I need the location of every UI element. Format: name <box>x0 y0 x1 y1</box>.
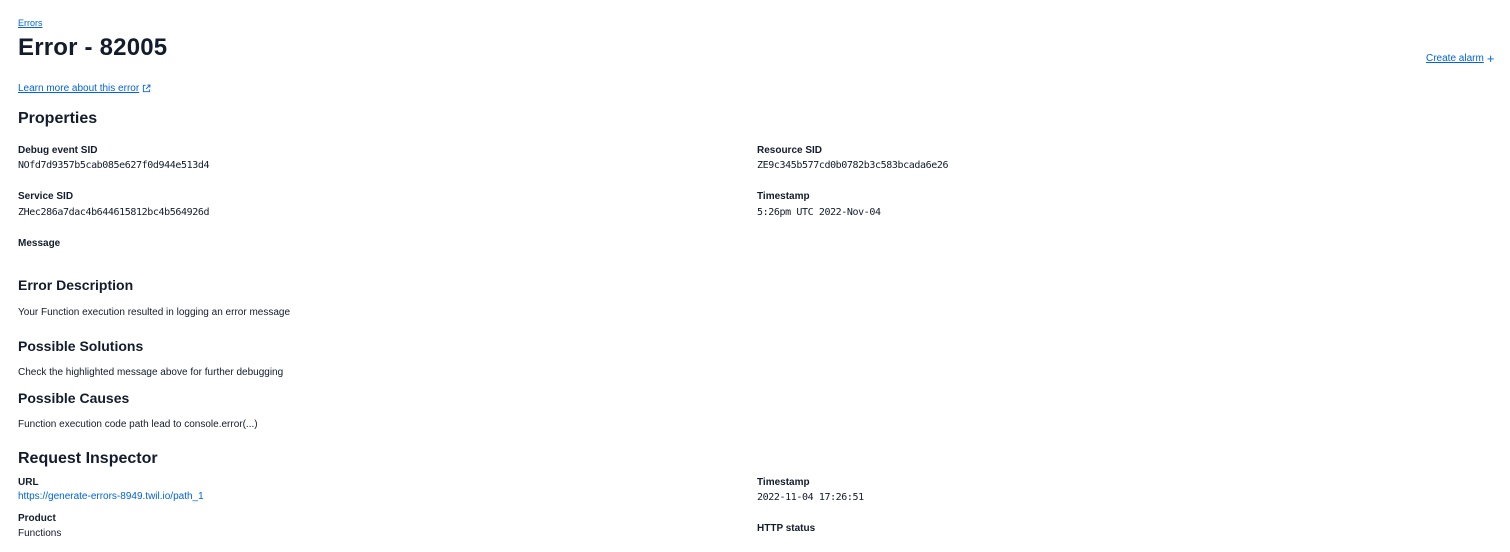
timestamp-label: Timestamp <box>757 191 810 202</box>
debug-event-sid-value: NOfd7d9357b5cab085e627f0d944e513d4 <box>18 160 210 171</box>
create-alarm-label: Create alarm <box>1426 53 1484 64</box>
properties-heading: Properties <box>18 110 98 127</box>
error-description-text: Your Function execution resulted in logg… <box>18 307 291 318</box>
breadcrumb-errors-link[interactable]: Errors <box>18 18 43 28</box>
possible-solutions-text: Check the highlighted message above for … <box>18 367 284 378</box>
possible-solutions-heading: Possible Solutions <box>18 338 144 354</box>
message-label: Message <box>18 238 61 249</box>
request-url-link[interactable]: https://generate-errors-8949.twil.io/pat… <box>18 491 204 502</box>
request-timestamp-value: 2022-11-04 17:26:51 <box>757 492 864 503</box>
possible-causes-heading: Possible Causes <box>18 390 130 406</box>
resource-sid-value: ZE9c345b577cd0b0782b3c583bcada6e26 <box>757 160 949 171</box>
learn-more-link[interactable]: Learn more about this error <box>18 83 151 94</box>
plus-icon: + <box>1486 51 1495 66</box>
timestamp-value: 5:26pm UTC 2022-Nov-04 <box>757 207 881 218</box>
error-description-heading: Error Description <box>18 277 134 293</box>
create-alarm-button[interactable]: Create alarm + <box>1426 52 1494 65</box>
request-timestamp-label: Timestamp <box>757 477 810 488</box>
possible-causes-text: Function execution code path lead to con… <box>18 419 258 430</box>
request-inspector-heading: Request Inspector <box>18 450 158 467</box>
external-link-icon <box>143 84 151 93</box>
product-label: Product <box>18 513 56 524</box>
debug-event-sid-label: Debug event SID <box>18 145 98 156</box>
service-sid-label: Service SID <box>18 191 74 202</box>
learn-more-label: Learn more about this error <box>18 83 140 94</box>
resource-sid-label: Resource SID <box>757 145 823 156</box>
page-title: Error - 82005 <box>18 34 168 61</box>
service-sid-value: ZHec286a7dac4b644615812bc4b564926d <box>18 207 210 218</box>
url-label: URL <box>18 477 39 488</box>
product-value: Functions <box>18 528 62 539</box>
http-status-label: HTTP status <box>757 523 816 534</box>
